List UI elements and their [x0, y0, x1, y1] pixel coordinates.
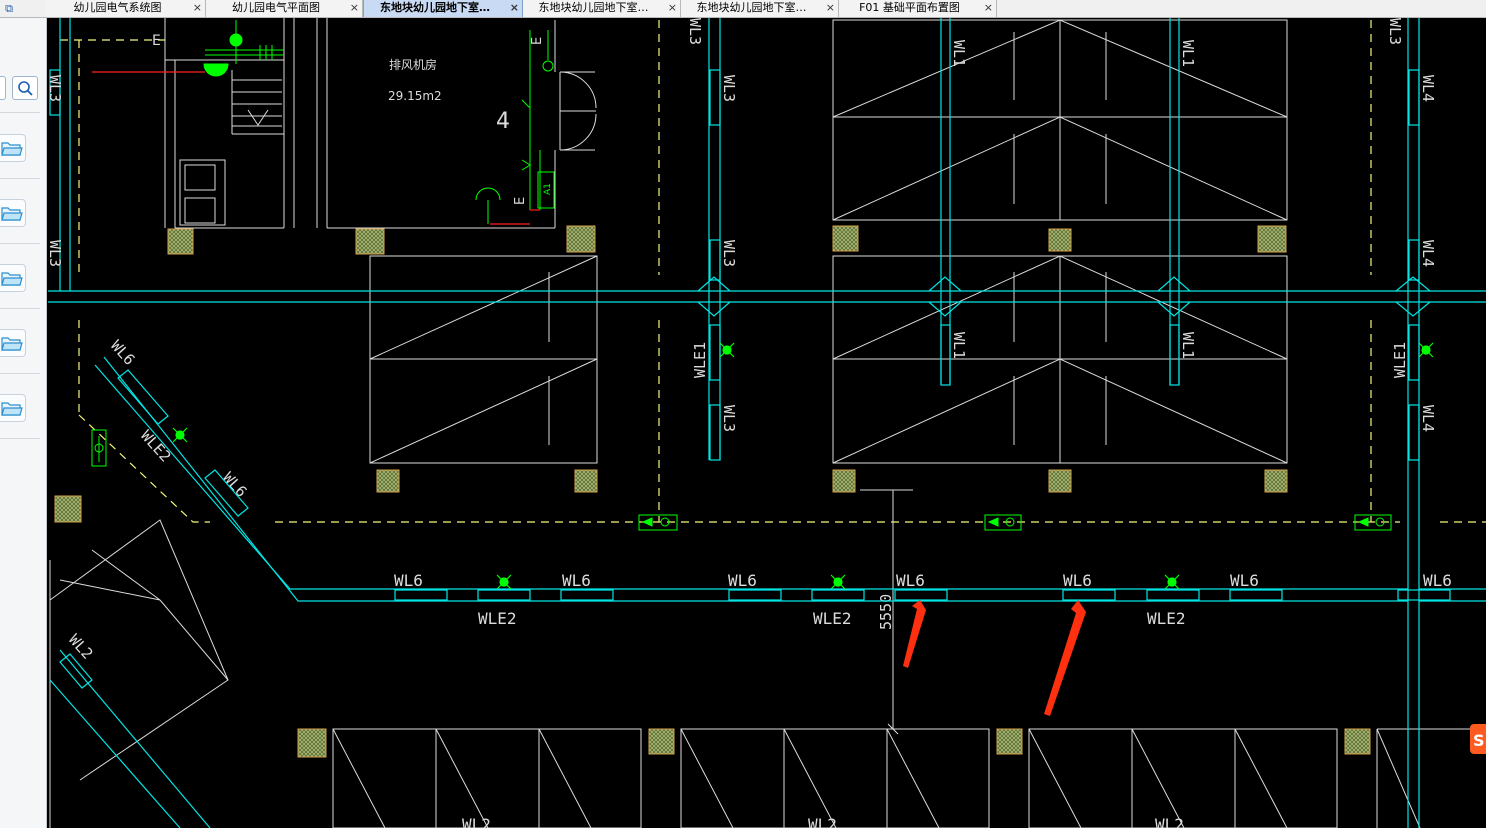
sign-e-label: E: [530, 37, 545, 45]
collapse-panel-icon[interactable]: [0, 76, 6, 100]
circuit-label-wl1: WL1: [950, 332, 968, 359]
circuit-label-wl6: WL6: [1063, 571, 1092, 590]
sign-e-label: E: [513, 197, 528, 205]
structural-columns: [54, 225, 1371, 758]
circuit-label-wl3: WL3: [720, 75, 738, 102]
brand-badge-icon: S: [1470, 724, 1486, 754]
close-icon[interactable]: ×: [826, 0, 835, 16]
close-icon[interactable]: ×: [510, 0, 519, 16]
circuit-label-wl6: WL6: [1423, 571, 1452, 590]
tab-foundation-plan[interactable]: F01 基础平面布置图 ×: [839, 0, 997, 17]
circuit-label-wle1: WLE1: [691, 342, 709, 378]
circuit-label-wl6: WL6: [219, 469, 251, 501]
room-name-label: 排风机房: [389, 57, 437, 72]
search-icon: [18, 81, 33, 96]
circuit-label-wl2: WL2: [808, 815, 837, 828]
circuit-label-wle1: WLE1: [1391, 342, 1409, 378]
circuit-label-wl1: WL1: [1179, 40, 1197, 67]
room-area-label: 29.15m2: [388, 89, 442, 103]
electrical-equipment: [91, 20, 1392, 531]
circuit-label-wl6: WL6: [1230, 571, 1259, 590]
close-icon[interactable]: ×: [984, 0, 993, 16]
circuit-label-wl6: WL6: [896, 571, 925, 590]
svg-text:S: S: [1473, 731, 1485, 750]
cable-trays: [48, 18, 1486, 828]
circuit-label-wl6: WL6: [394, 571, 423, 590]
circuit-label-wl1: WL1: [950, 40, 968, 67]
tab-electrical-plan[interactable]: 幼儿园电气平面图 ×: [206, 0, 363, 17]
panel-a1-label: A1: [543, 183, 553, 195]
left-toolbar: [0, 18, 47, 828]
sign-e-label: E: [152, 33, 161, 49]
lighting-fixtures: [172, 342, 1434, 590]
folder-icon: [1, 337, 23, 351]
tab-label: 幼儿园电气平面图: [232, 1, 320, 14]
circuit-label-wl6: WL6: [562, 571, 591, 590]
open-folder-button[interactable]: [0, 134, 26, 162]
tab-electrical-system[interactable]: 幼儿园电气系统图 ×: [46, 0, 206, 17]
red-wiring: [92, 71, 540, 225]
tab-label: 幼儿园电气系统图: [73, 1, 162, 14]
tab-label: 东地块幼儿园地下室…: [380, 1, 490, 14]
circuit-label-wl2: WL2: [65, 631, 97, 663]
open-folder-button[interactable]: [0, 394, 26, 422]
tab-basement-1[interactable]: 东地块幼儿园地下室… ×: [363, 0, 523, 17]
circuit-label-wl6: WL6: [728, 571, 757, 590]
room-number-label: 4: [496, 109, 510, 134]
tab-label: 东地块幼儿园地下室…: [696, 1, 807, 14]
circuit-label-wl1: WL1: [1179, 332, 1197, 359]
folder-icon: [1, 272, 23, 286]
circuit-label-wl4: WL4: [1419, 405, 1437, 432]
tab-label: F01 基础平面布置图: [859, 1, 960, 14]
dimension-text: 5550: [877, 594, 895, 630]
circuit-label-wl4: WL4: [1419, 75, 1437, 102]
circuit-label-wl3: WL3: [686, 18, 704, 45]
circuit-label-wl2: WL2: [1155, 815, 1184, 828]
circuit-label-wle2: WLE2: [478, 609, 517, 628]
document-tab-bar: ⧉ 幼儿园电气系统图 × 幼儿园电气平面图 × 东地块幼儿园地下室… × 东地块…: [0, 0, 1486, 18]
circuit-label-wl2: WL2: [462, 815, 491, 828]
tab-label: 东地块幼儿园地下室…: [538, 1, 649, 14]
circuit-label-wl6: WL6: [107, 337, 139, 369]
circuit-label-wl3: WL3: [720, 240, 738, 267]
annotation-arrows: [903, 600, 1086, 716]
close-icon[interactable]: ×: [350, 0, 359, 16]
circuit-label-wl3: WL3: [1386, 18, 1404, 45]
window-restore-icon[interactable]: ⧉: [0, 0, 18, 17]
circuit-label-wle2: WLE2: [813, 609, 852, 628]
tab-basement-2[interactable]: 东地块幼儿园地下室… ×: [523, 0, 681, 17]
building-outline: [49, 18, 1486, 828]
search-button[interactable]: [12, 76, 38, 100]
open-folder-button[interactable]: [0, 329, 26, 357]
cad-drawing-canvas[interactable]: 5550 排风机房 29.15m2 4 E A1 E E WL6 WL6 WL6…: [47, 18, 1486, 828]
dashed-guide-lines: [60, 20, 1486, 523]
circuit-label-wl3: WL3: [47, 75, 64, 102]
folder-icon: [1, 207, 23, 221]
folder-icon: [1, 142, 23, 156]
folder-icon: [1, 402, 23, 416]
circuit-label-wl4: WL4: [1419, 240, 1437, 267]
circuit-label-wle2: WLE2: [137, 427, 175, 466]
close-icon[interactable]: ×: [193, 0, 202, 16]
open-folder-button[interactable]: [0, 264, 26, 292]
circuit-label-wl3: WL3: [47, 240, 64, 267]
close-icon[interactable]: ×: [668, 0, 677, 16]
tab-basement-3[interactable]: 东地块幼儿园地下室… ×: [681, 0, 839, 17]
circuit-label-wl3: WL3: [720, 405, 738, 432]
open-folder-button[interactable]: [0, 199, 26, 227]
circuit-label-wle2: WLE2: [1147, 609, 1186, 628]
